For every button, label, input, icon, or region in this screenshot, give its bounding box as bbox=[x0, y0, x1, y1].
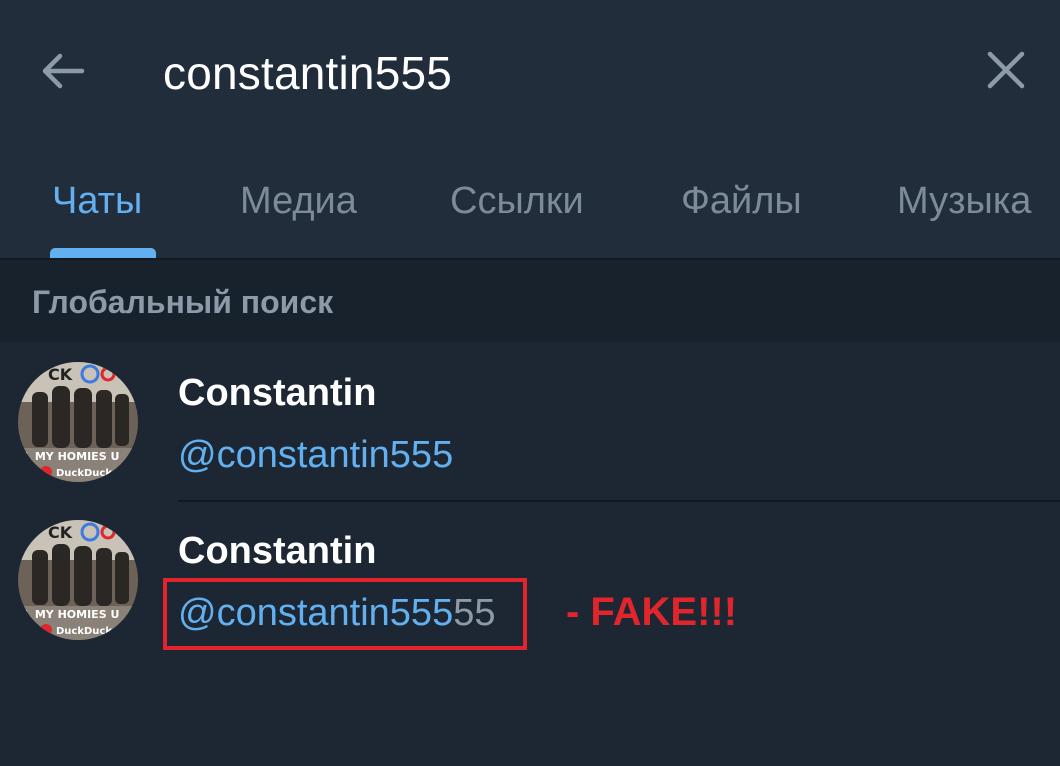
tab-chats[interactable]: Чаты bbox=[52, 180, 142, 223]
tab-bar: Чаты Медиа Ссылки Файлы Музыка bbox=[0, 140, 1060, 258]
result-handle: @constantin555 bbox=[178, 434, 453, 477]
search-result-item[interactable]: CK L MY HOMIES U DuckDuck Constantin @co… bbox=[0, 500, 1060, 658]
active-tab-indicator bbox=[50, 248, 156, 258]
avatar: CK L MY HOMIES U DuckDuck bbox=[18, 362, 138, 482]
svg-text:CK: CK bbox=[48, 523, 73, 542]
telegram-search-screen: constantin555 Чаты Медиа Ссылки Файлы Му… bbox=[0, 0, 1060, 766]
section-title: Глобальный поиск bbox=[32, 284, 334, 320]
result-name: Constantin bbox=[178, 372, 377, 414]
search-result-item[interactable]: CK L MY HOMIES U DuckDuck Constantin @co… bbox=[0, 342, 1060, 500]
close-icon[interactable] bbox=[982, 46, 1030, 94]
tab-music[interactable]: Музыка bbox=[897, 180, 1031, 223]
search-input[interactable]: constantin555 bbox=[163, 46, 452, 100]
handle-text: @constantin555 bbox=[178, 434, 454, 476]
fake-annotation-label: - FAKE!!! bbox=[566, 590, 738, 634]
avatar: CK L MY HOMIES U DuckDuck bbox=[18, 520, 138, 640]
svg-text:L MY HOMIES U: L MY HOMIES U bbox=[24, 608, 119, 621]
section-header: Глобальный поиск bbox=[0, 260, 1060, 342]
tab-files[interactable]: Файлы bbox=[681, 180, 802, 223]
svg-text:L MY HOMIES U: L MY HOMIES U bbox=[24, 450, 119, 463]
avatar-image-icon: CK L MY HOMIES U DuckDuck bbox=[18, 520, 138, 640]
result-name: Constantin bbox=[178, 530, 377, 572]
avatar-image-icon: CK L MY HOMIES U DuckDuck bbox=[18, 362, 138, 482]
svg-text:DuckDuck: DuckDuck bbox=[56, 626, 112, 637]
arrow-left-icon[interactable] bbox=[38, 46, 88, 96]
tab-links[interactable]: Ссылки bbox=[450, 180, 584, 223]
fake-highlight-box bbox=[163, 578, 527, 650]
tab-media[interactable]: Медиа bbox=[240, 180, 357, 223]
search-bar: constantin555 bbox=[0, 0, 1060, 140]
svg-text:DuckDuck: DuckDuck bbox=[56, 468, 112, 479]
svg-text:CK: CK bbox=[48, 365, 73, 384]
